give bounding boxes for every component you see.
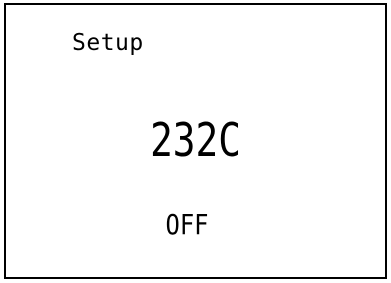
lcd-display-panel: Setup 232C OFF (4, 3, 387, 279)
power-status: OFF (165, 208, 209, 241)
screen-title: Setup (72, 30, 144, 56)
temperature-readout: 232C (150, 113, 241, 167)
